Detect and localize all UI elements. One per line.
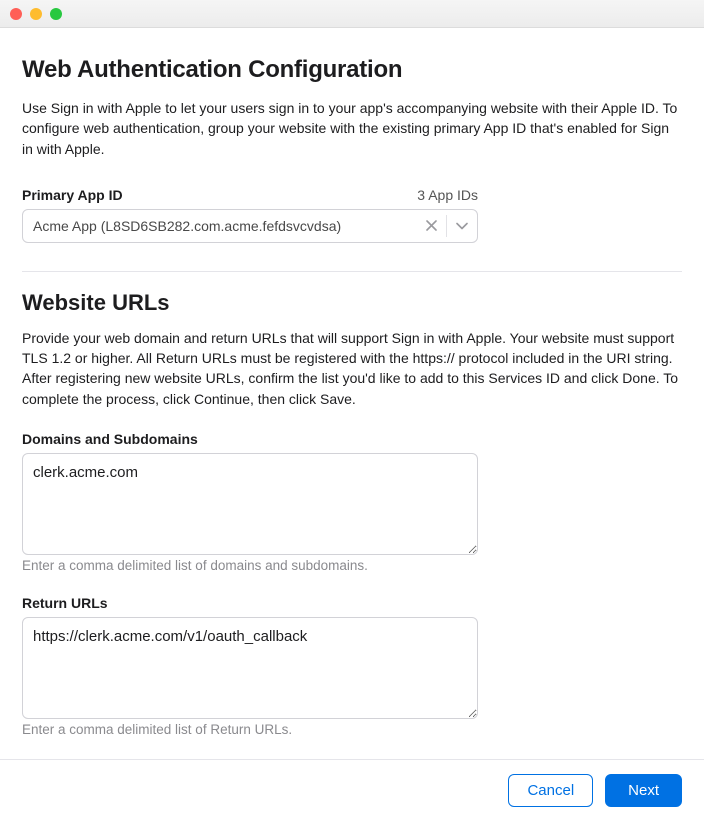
return-urls-label: Return URLs: [22, 595, 682, 611]
domains-hint: Enter a comma delimited list of domains …: [22, 558, 682, 573]
next-button[interactable]: Next: [605, 774, 682, 807]
domains-label: Domains and Subdomains: [22, 431, 682, 447]
page-title: Web Authentication Configuration: [22, 56, 682, 84]
app-id-count: 3 App IDs: [417, 187, 478, 203]
website-urls-desc: Provide your web domain and return URLs …: [22, 328, 682, 409]
domains-input[interactable]: [22, 453, 478, 555]
window-close-button[interactable]: [10, 8, 22, 20]
chevron-down-icon[interactable]: [447, 222, 477, 230]
return-urls-input[interactable]: [22, 617, 478, 719]
primary-app-id-label: Primary App ID: [22, 187, 123, 203]
divider: [22, 271, 682, 272]
clear-icon[interactable]: [416, 220, 446, 231]
return-urls-hint: Enter a comma delimited list of Return U…: [22, 722, 682, 737]
window-minimize-button[interactable]: [30, 8, 42, 20]
page-intro: Use Sign in with Apple to let your users…: [22, 98, 682, 159]
primary-app-id-value: Acme App (L8SD6SB282.com.acme.fefdsvcvds…: [23, 218, 416, 234]
footer: Cancel Next: [0, 759, 704, 825]
cancel-button[interactable]: Cancel: [508, 774, 593, 807]
primary-app-id-select[interactable]: Acme App (L8SD6SB282.com.acme.fefdsvcvds…: [22, 209, 478, 243]
window-titlebar: [0, 0, 704, 28]
window-zoom-button[interactable]: [50, 8, 62, 20]
website-urls-title: Website URLs: [22, 290, 682, 316]
